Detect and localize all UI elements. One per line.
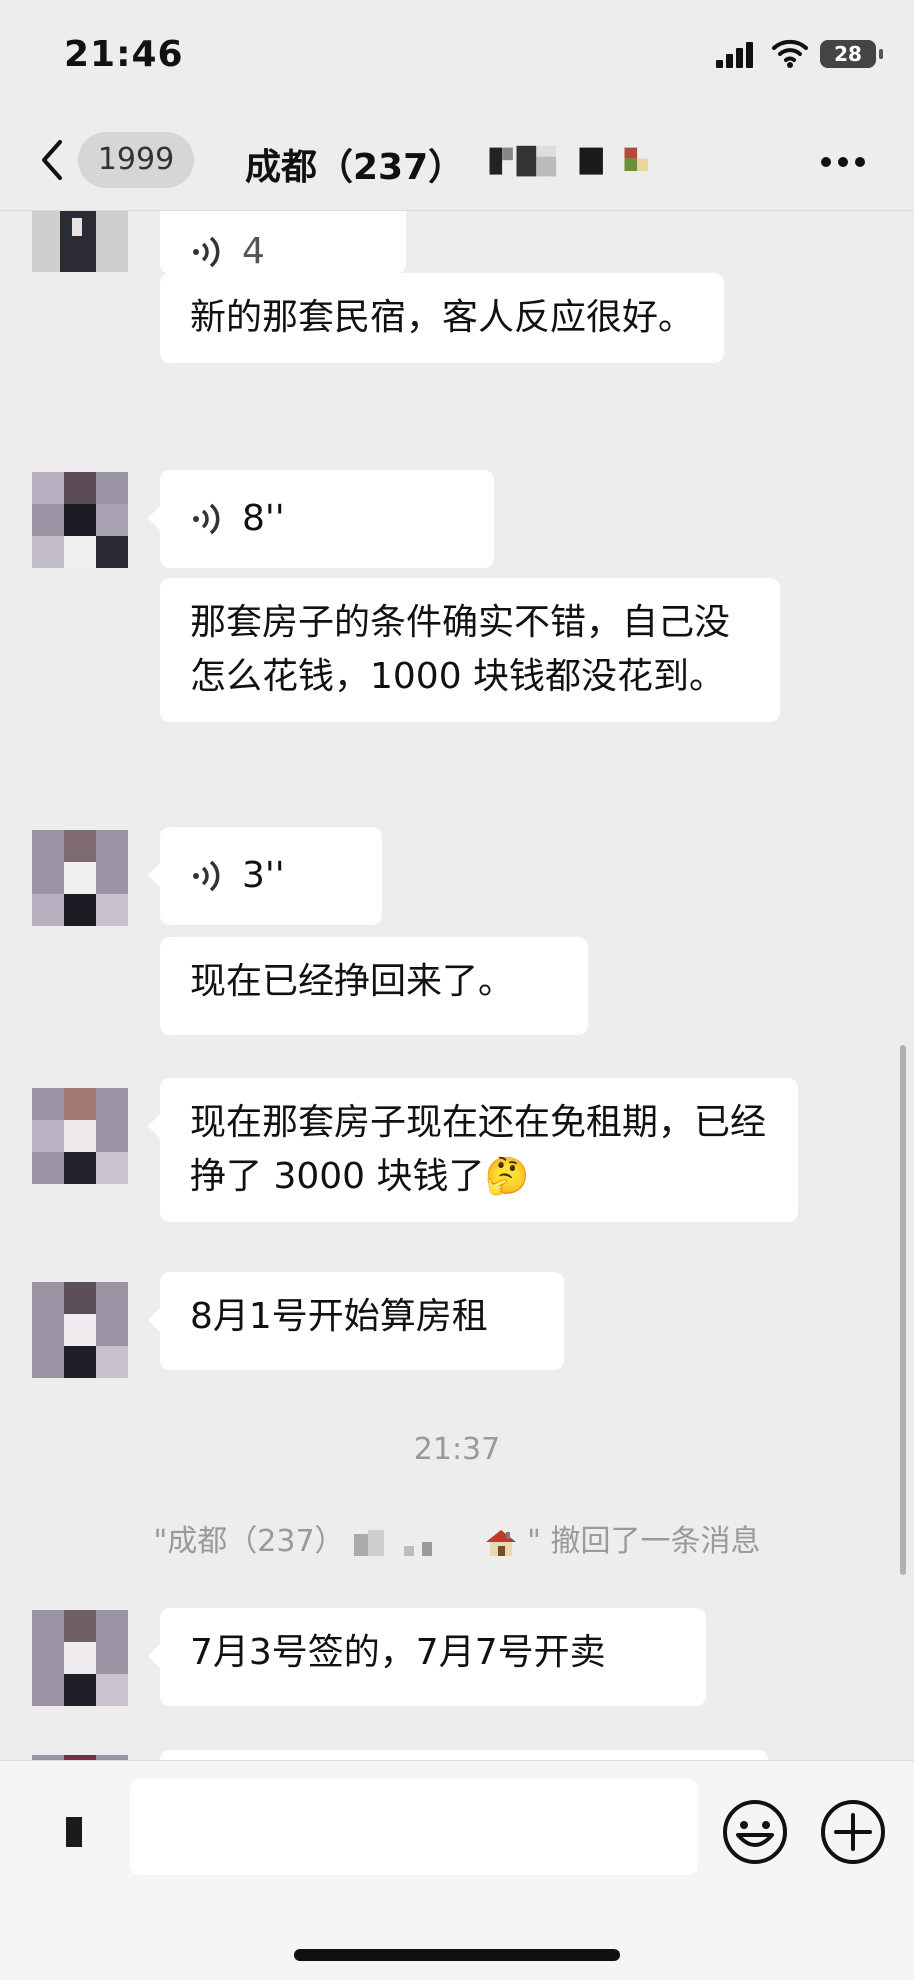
avatar[interactable] (32, 1610, 128, 1706)
chat-header: 1999 成都（237） (0, 110, 914, 211)
message-input[interactable] (130, 1779, 698, 1875)
avatar[interactable] (32, 210, 128, 272)
battery-level: 28 (834, 42, 862, 66)
home-indicator[interactable] (294, 1949, 620, 1961)
avatar[interactable] (32, 472, 128, 568)
message-bubble[interactable]: 那套房子的条件确实不错，自己没怎么花钱，1000 块钱都没花到。 (160, 578, 780, 722)
message-bubble[interactable]: 现在那套房子现在还在免租期，已经挣了 3000 块钱了🤔 (148, 1078, 798, 1222)
scrollbar[interactable] (900, 1045, 906, 1575)
recall-notice-sender: "成都（237） (153, 1524, 345, 1559)
message-bubble[interactable]: 8月1号开始算房租 (148, 1272, 564, 1370)
battery-icon: 28 (820, 40, 883, 68)
avatar[interactable] (32, 830, 128, 926)
status-bar: 21:46 28 (0, 0, 914, 110)
status-time: 21:46 (64, 34, 184, 75)
cellular-signal-icon (716, 42, 753, 68)
voice-message-bubble[interactable]: 3'' (148, 827, 382, 925)
message-bubble[interactable]: 现在已经挣回来了。 (160, 937, 588, 1035)
censored-name-block (354, 1529, 433, 1556)
input-bar (0, 1760, 914, 1980)
avatar[interactable] (32, 1282, 128, 1378)
censored-title-block (489, 145, 648, 177)
smiley-icon[interactable] (722, 1799, 788, 1865)
recall-notice-text: " 撤回了一条消息 (527, 1524, 761, 1559)
voice-input-toggle[interactable] (66, 1817, 82, 1847)
more-dots-icon[interactable] (820, 156, 866, 168)
message-timestamp: 21:37 (413, 1432, 501, 1467)
house-emoji-icon (485, 1529, 516, 1556)
sound-wave-icon (193, 236, 220, 268)
voice-message-bubble[interactable]: 4 (160, 210, 406, 274)
plus-circle-icon[interactable] (820, 1799, 886, 1865)
wifi-icon (772, 39, 808, 68)
voice-duration: 3'' (242, 855, 285, 896)
voice-duration: 4 (242, 231, 265, 272)
voice-message-bubble[interactable]: 8'' (148, 470, 494, 568)
sound-wave-icon (193, 503, 220, 535)
avatar[interactable] (32, 1088, 128, 1184)
message-bubble[interactable]: 7月3号签的，7月7号开卖 (148, 1608, 706, 1706)
message-list[interactable]: 4 新的那套民宿，客人反应很好。 8'' 那套房子的条件确实不错，自己没怎么花钱… (0, 210, 914, 1760)
message-bubble[interactable]: 新的那套民宿，客人反应很好。 (160, 273, 724, 363)
message-bubble-partial[interactable] (160, 1750, 768, 1760)
recall-notice: "成都（237） " 撤回了一条消息 (0, 1516, 914, 1560)
voice-duration: 8'' (242, 498, 285, 539)
sound-wave-icon (193, 860, 220, 892)
unread-count-badge[interactable]: 1999 (78, 132, 194, 188)
chat-title[interactable]: 成都（237） (245, 138, 464, 190)
chevron-left-icon[interactable] (34, 138, 74, 182)
